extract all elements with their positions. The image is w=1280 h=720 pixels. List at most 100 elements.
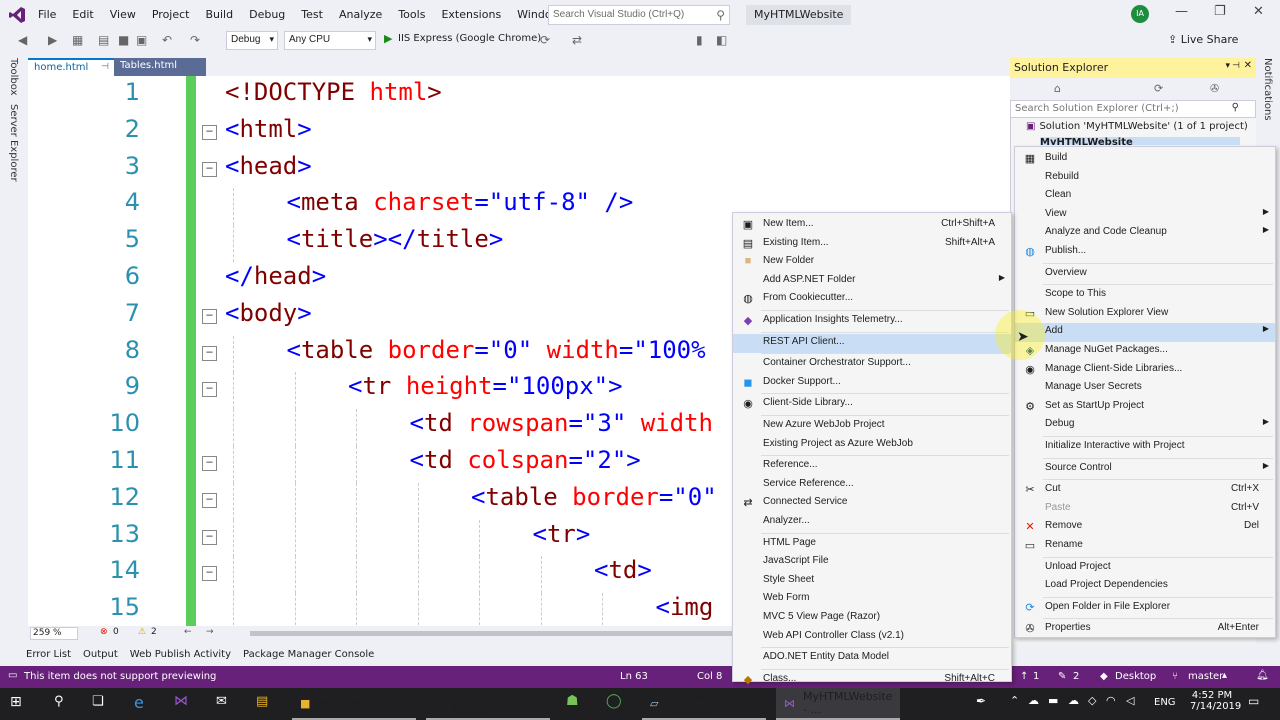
- cloud-icon[interactable]: ☁: [1028, 694, 1039, 707]
- server-explorer-tab[interactable]: Server Explorer: [8, 104, 19, 182]
- undo-icon[interactable]: ↶: [162, 33, 172, 47]
- config-select[interactable]: Debug: [226, 31, 278, 50]
- save-all-icon[interactable]: ▣: [136, 33, 147, 47]
- collapse-icon[interactable]: −: [202, 456, 217, 471]
- platform-select[interactable]: Any CPU: [284, 31, 376, 50]
- tab-tables-html[interactable]: Tables.html: [114, 58, 206, 76]
- menu-item-view[interactable]: View ▶: [1015, 206, 1275, 225]
- tray-up-icon[interactable]: ⌃: [1010, 694, 1019, 707]
- menu-item-from-cookiecutter[interactable]: ◍ From Cookiecutter...: [733, 290, 1011, 309]
- taskbar-app-myhtmlwebsite-folder[interactable]: ■ MyHTMLWebsite: [292, 688, 416, 720]
- menu-item-unload-project[interactable]: Unload Project: [1015, 559, 1275, 578]
- menu-debug[interactable]: Debug: [241, 8, 293, 21]
- menu-item-container-orchestrator-support[interactable]: Container Orchestrator Support...: [733, 355, 1011, 374]
- home-icon[interactable]: ⌂: [1054, 82, 1061, 95]
- menu-item-open-folder-in-file-explorer[interactable]: ⟳ Open Folder in File Explorer: [1015, 599, 1275, 618]
- repo-name[interactable]: Desktop: [1115, 671, 1156, 682]
- menu-item-web-api-controller-class-v2-1[interactable]: Web API Controller Class (v2.1): [733, 628, 1011, 647]
- branch-dropdown-icon[interactable]: ▴: [1222, 670, 1227, 681]
- branch-name[interactable]: master: [1188, 671, 1223, 682]
- code-line[interactable]: 2 − <html>: [28, 115, 1010, 152]
- menu-item-initialize-interactive-with-project[interactable]: Initialize Interactive with Project: [1015, 438, 1275, 457]
- avatar[interactable]: IA: [1131, 5, 1149, 23]
- menu-item-load-project-dependencies[interactable]: Load Project Dependencies: [1015, 577, 1275, 596]
- menu-item-class[interactable]: ◆ Class... Shift+Alt+C: [733, 671, 1011, 690]
- new-project-icon[interactable]: ▦: [72, 33, 83, 47]
- bottom-tab-output[interactable]: Output: [77, 649, 124, 660]
- live-share-button[interactable]: ⇪ Live Share: [1168, 31, 1238, 48]
- run-icon[interactable]: ▶: [384, 32, 392, 45]
- menu-item-add[interactable]: Add ▶: [1015, 323, 1275, 343]
- menu-item-html-page[interactable]: HTML Page: [733, 535, 1011, 554]
- menu-item-web-form[interactable]: Web Form: [733, 590, 1011, 609]
- menu-item-publish[interactable]: ◍ Publish...: [1015, 243, 1275, 262]
- language-indicator[interactable]: ENG: [1154, 697, 1176, 708]
- volume-icon[interactable]: ◁: [1126, 694, 1134, 707]
- collapse-icon[interactable]: −: [202, 529, 217, 545]
- menu-item-source-control[interactable]: Source Control ▶: [1015, 460, 1275, 479]
- menu-item-debug[interactable]: Debug ▶: [1015, 416, 1275, 435]
- code-line[interactable]: 1 <!DOCTYPE html>: [28, 78, 1010, 115]
- menu-item-add-asp-net-folder[interactable]: Add ASP.NET Folder ▶: [733, 272, 1011, 291]
- nav-next-icon[interactable]: →: [206, 627, 214, 637]
- menu-item-new-azure-webjob-project[interactable]: New Azure WebJob Project: [733, 417, 1011, 436]
- menu-item-cut[interactable]: ✂ Cut Ctrl+X: [1015, 481, 1275, 500]
- menu-item-existing-item[interactable]: ▤ Existing Item... Shift+Alt+A: [733, 235, 1011, 254]
- menu-item-ado-net-entity-data-model[interactable]: ADO.NET Entity Data Model: [733, 649, 1011, 668]
- redo-icon[interactable]: ↷: [190, 33, 200, 47]
- bookmark-prev-icon[interactable]: ◧: [716, 33, 727, 47]
- nav-prev-icon[interactable]: ←: [184, 627, 192, 637]
- run-button[interactable]: IIS Express (Google Chrome): [398, 33, 541, 44]
- repo-icon[interactable]: ◆: [1100, 671, 1108, 682]
- menu-item-docker-support[interactable]: ◼ Docker Support...: [733, 374, 1011, 393]
- collapse-icon[interactable]: −: [202, 124, 217, 140]
- bottom-tab-error-list[interactable]: Error List: [20, 649, 77, 660]
- solution-explorer-search-input[interactable]: Search Solution Explorer (Ctrl+;) ⚲: [1010, 100, 1256, 118]
- search-icon[interactable]: ⚲: [54, 694, 64, 709]
- taskbar-app-visual-studio[interactable]: ⋈ MyHTMLWebsite - ...: [776, 688, 900, 720]
- close-icon[interactable]: ✕: [1244, 60, 1252, 71]
- browser-link-icon[interactable]: ⇄: [572, 33, 582, 47]
- menu-item-mvc-5-view-page-razor[interactable]: MVC 5 View Page (Razor): [733, 609, 1011, 628]
- search-input[interactable]: Search Visual Studio (Ctrl+Q) ⚲: [548, 5, 730, 25]
- taskbar-app-notepad[interactable]: ▱ Untitled - Notepad: [642, 688, 766, 720]
- refresh-icon[interactable]: ⟳: [540, 33, 550, 47]
- forward-icon[interactable]: ▶: [48, 33, 57, 47]
- error-icon[interactable]: ⊗: [100, 627, 108, 637]
- pencil-icon[interactable]: ✎: [1058, 671, 1066, 682]
- bottom-tab-package-manager-console[interactable]: Package Manager Console: [237, 649, 380, 660]
- wifi-icon[interactable]: ◠: [1106, 694, 1116, 707]
- dropdown-icon[interactable]: ▾: [1225, 61, 1230, 71]
- back-icon[interactable]: ◀: [18, 33, 27, 47]
- menu-item-style-sheet[interactable]: Style Sheet: [733, 572, 1011, 591]
- task-view-icon[interactable]: ❏: [92, 694, 104, 709]
- solution-node[interactable]: ▣ Solution 'MyHTMLWebsite' (1 of 1 projec…: [1026, 121, 1272, 132]
- pen-icon[interactable]: ✒: [976, 694, 986, 708]
- menu-build[interactable]: Build: [197, 8, 241, 21]
- clock[interactable]: 4:52 PM 7/14/2019: [1190, 690, 1241, 712]
- pin-icon[interactable]: ⊣: [101, 62, 109, 72]
- menu-item-new-item[interactable]: ▣ New Item... Ctrl+Shift+A: [733, 216, 1011, 235]
- sync-icon[interactable]: ◯: [606, 693, 622, 709]
- menu-file[interactable]: File: [30, 8, 64, 21]
- collapse-icon[interactable]: −: [202, 492, 217, 508]
- pin-icon[interactable]: ⊣: [1232, 61, 1240, 71]
- save-icon[interactable]: ■: [118, 33, 129, 47]
- close-icon[interactable]: ✕: [1253, 4, 1264, 19]
- menu-edit[interactable]: Edit: [64, 8, 101, 21]
- bookmark-icon[interactable]: ▮: [696, 33, 703, 47]
- menu-item-build[interactable]: ▦ Build: [1015, 150, 1275, 169]
- publish-up-icon[interactable]: ↑: [1020, 671, 1028, 682]
- menu-item-analyze-and-code-cleanup[interactable]: Analyze and Code Cleanup ▶: [1015, 224, 1275, 243]
- menu-test[interactable]: Test: [293, 8, 331, 21]
- menu-project[interactable]: Project: [144, 8, 198, 21]
- menu-item-existing-project-as-azure-webjob[interactable]: Existing Project as Azure WebJob: [733, 436, 1011, 455]
- menu-item-manage-client-side-libraries[interactable]: ◉ Manage Client-Side Libraries...: [1015, 361, 1275, 380]
- menu-extensions[interactable]: Extensions: [433, 8, 509, 21]
- notifications-tab[interactable]: Notifications: [1262, 58, 1273, 121]
- menu-tools[interactable]: Tools: [390, 8, 433, 21]
- menu-item-service-reference[interactable]: Service Reference...: [733, 476, 1011, 495]
- wrench-icon[interactable]: ✇: [1210, 82, 1219, 95]
- bottom-tab-web-publish-activity[interactable]: Web Publish Activity: [124, 649, 237, 660]
- menu-item-rebuild[interactable]: Rebuild: [1015, 169, 1275, 188]
